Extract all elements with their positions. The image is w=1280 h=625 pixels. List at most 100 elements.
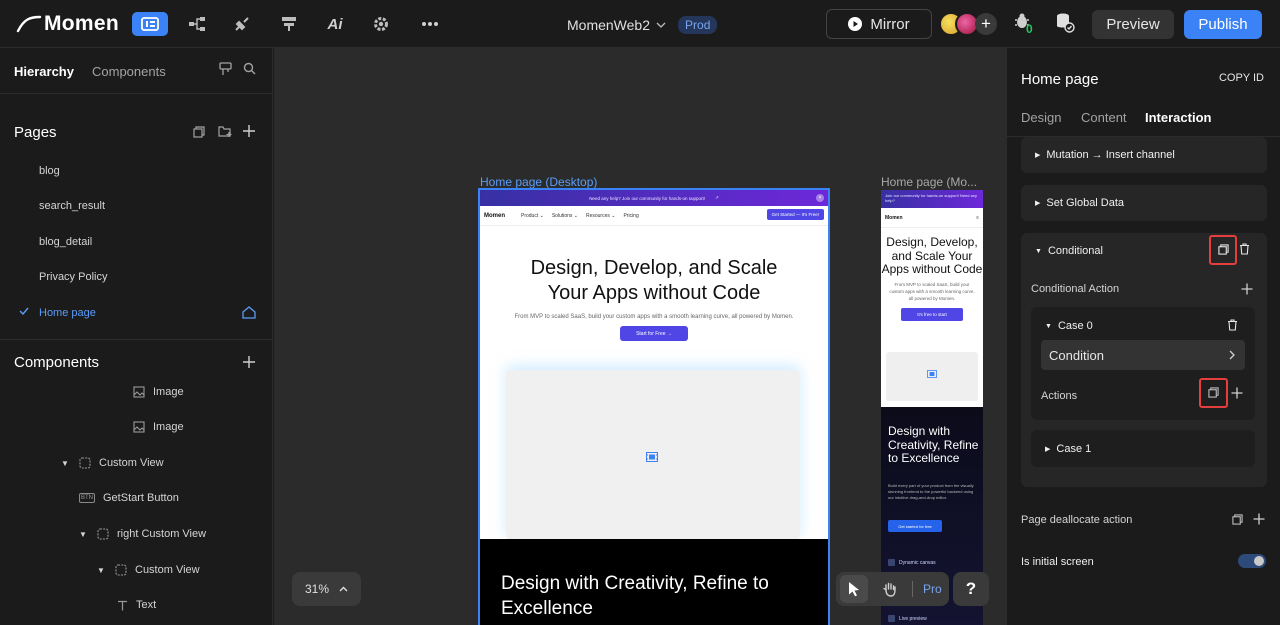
trash-icon bbox=[1228, 319, 1237, 331]
git-branch-icon bbox=[219, 62, 232, 75]
add-collaborator-icon[interactable]: + bbox=[975, 13, 997, 35]
tree-item-right-custom-view[interactable]: ▼ right Custom View bbox=[79, 528, 206, 540]
add-folder-button[interactable] bbox=[218, 125, 232, 138]
action-label: Conditional bbox=[1047, 245, 1103, 257]
hand-tool-button[interactable] bbox=[876, 575, 904, 603]
action-card-header[interactable]: ▶ Mutation → Insert channel bbox=[1035, 149, 1175, 161]
zoom-control[interactable]: 31% bbox=[292, 572, 361, 606]
caret-down-icon[interactable]: ▼ bbox=[79, 530, 89, 539]
paste-action-button[interactable] bbox=[1208, 387, 1219, 398]
nav-item: Pricing bbox=[623, 212, 639, 219]
gear-icon bbox=[374, 17, 388, 31]
help-button[interactable]: ? bbox=[953, 572, 989, 606]
tree-item-image[interactable]: Image bbox=[133, 421, 184, 433]
duplicate-page-button[interactable] bbox=[193, 126, 205, 138]
page-item-privacy-policy[interactable]: Privacy Policy bbox=[39, 271, 107, 283]
more-tool-button[interactable] bbox=[412, 12, 448, 36]
add-folder-icon bbox=[218, 126, 232, 137]
tab-content[interactable]: Content bbox=[1081, 110, 1127, 125]
mirror-label: Mirror bbox=[870, 15, 910, 33]
mirror-button[interactable]: Mirror bbox=[826, 9, 932, 39]
mobile-image-placeholder bbox=[886, 352, 978, 401]
pro-mode-button[interactable]: Pro bbox=[923, 582, 942, 596]
page-item-search-result[interactable]: search_result bbox=[39, 200, 105, 212]
page-item-home-page[interactable]: Home page bbox=[39, 307, 96, 319]
add-page-button[interactable] bbox=[242, 124, 256, 138]
preview-button[interactable]: Preview bbox=[1092, 10, 1174, 39]
close-icon: × bbox=[816, 194, 824, 202]
tab-design[interactable]: Design bbox=[1021, 110, 1061, 125]
action-card-set-global-data[interactable]: ▶ Set Global Data bbox=[1021, 185, 1267, 221]
announcement-banner: Need any help? Join our community for ha… bbox=[480, 190, 828, 206]
tab-hierarchy[interactable]: Hierarchy bbox=[14, 64, 74, 79]
action-label: Set Global Data bbox=[1046, 197, 1125, 209]
copy-id-button[interactable]: COPY ID bbox=[1219, 72, 1264, 84]
git-branch-button[interactable] bbox=[219, 62, 232, 76]
publish-button[interactable]: Publish bbox=[1184, 10, 1262, 39]
search-button[interactable] bbox=[243, 62, 256, 75]
action-card-header[interactable]: ▶ Set Global Data bbox=[1035, 197, 1124, 209]
delete-case-button[interactable] bbox=[1227, 319, 1238, 331]
page-item-blog[interactable]: blog bbox=[39, 165, 60, 177]
caret-down-icon[interactable]: ▼ bbox=[97, 566, 107, 575]
caret-right-icon[interactable]: ▶ bbox=[1035, 199, 1040, 207]
tree-item-image[interactable]: Image bbox=[133, 386, 184, 398]
zoom-level: 31% bbox=[304, 582, 330, 596]
tree-item-text[interactable]: Text bbox=[117, 599, 156, 611]
add-component-button[interactable] bbox=[242, 355, 256, 369]
caret-right-icon[interactable]: ▶ bbox=[1045, 445, 1050, 453]
collaborators[interactable]: + bbox=[939, 12, 997, 36]
mobile-frame[interactable]: Join our community for hands-on support!… bbox=[881, 190, 983, 625]
play-icon bbox=[848, 17, 863, 31]
duplicate-action-button[interactable] bbox=[1218, 244, 1229, 255]
view-icon bbox=[97, 528, 109, 540]
tree-item-custom-view[interactable]: ▼ Custom View bbox=[61, 457, 164, 469]
momen-logo[interactable]: Momen bbox=[16, 12, 119, 36]
condition-field[interactable]: Condition bbox=[1041, 340, 1245, 370]
chevron-right-icon bbox=[1229, 350, 1235, 360]
delete-action-button[interactable] bbox=[1239, 243, 1250, 255]
tab-components[interactable]: Components bbox=[92, 64, 166, 79]
layout-tool-button[interactable] bbox=[132, 12, 168, 36]
case-card[interactable]: ▼ Case 0 Condition Actions bbox=[1031, 307, 1255, 420]
case-label: Case 0 bbox=[1057, 320, 1093, 332]
case-header[interactable]: ▼ Case 0 bbox=[1045, 320, 1093, 332]
caret-down-icon[interactable]: ▼ bbox=[61, 459, 71, 468]
add-dealloc-action-button[interactable] bbox=[1253, 513, 1265, 525]
add-action-button[interactable] bbox=[1231, 387, 1243, 399]
desktop-frame-label[interactable]: Home page (Desktop) bbox=[480, 175, 597, 189]
ai-tool-button[interactable]: Ai bbox=[317, 12, 353, 36]
add-case-button[interactable] bbox=[1241, 283, 1253, 295]
left-tabs: Hierarchy Components bbox=[0, 48, 272, 94]
select-tool-button[interactable] bbox=[840, 575, 868, 603]
page-item-blog-detail[interactable]: blog_detail bbox=[39, 236, 92, 248]
case-card[interactable]: ▶ Case 1 bbox=[1031, 430, 1255, 467]
caret-right-icon[interactable]: ▶ bbox=[1035, 151, 1040, 159]
nav-brand: Momen bbox=[484, 212, 505, 219]
desktop-frame[interactable]: Need any help? Join our community for ha… bbox=[478, 188, 830, 625]
logo-text: Momen bbox=[44, 12, 119, 35]
database-status-button[interactable] bbox=[1054, 12, 1076, 34]
project-selector[interactable]: MomenWeb2 Prod bbox=[567, 16, 718, 34]
action-card-conditional[interactable]: ▼ Conditional Conditional Action ▼ Case … bbox=[1021, 233, 1267, 487]
plugin-tool-button[interactable] bbox=[224, 12, 260, 36]
action-card-header[interactable]: ▼ Conditional bbox=[1035, 245, 1103, 257]
design-canvas[interactable]: Home page (Desktop) Home page (Mo... Nee… bbox=[274, 48, 1006, 625]
more-icon bbox=[422, 22, 438, 26]
caret-down-icon[interactable]: ▼ bbox=[1035, 248, 1042, 255]
initial-screen-toggle[interactable] bbox=[1238, 554, 1266, 568]
case-header[interactable]: ▶ Case 1 bbox=[1045, 443, 1091, 455]
mobile-frame-label[interactable]: Home page (Mo... bbox=[881, 175, 977, 189]
caret-down-icon[interactable]: ▼ bbox=[1045, 323, 1052, 330]
tree-item-custom-view[interactable]: ▼ Custom View bbox=[97, 564, 200, 576]
flow-tool-button[interactable] bbox=[179, 12, 215, 36]
action-label: Mutation → Insert channel bbox=[1046, 149, 1175, 161]
tab-interaction[interactable]: Interaction bbox=[1145, 110, 1211, 125]
hand-icon bbox=[883, 582, 896, 597]
tree-item-getstart-button[interactable]: BTN GetStart Button bbox=[79, 492, 179, 504]
top-bar: Momen Ai MomenWeb2 Prod Mirror + 0 Previ… bbox=[0, 0, 1280, 48]
paste-dealloc-button[interactable] bbox=[1232, 514, 1243, 525]
data-tool-button[interactable] bbox=[271, 12, 307, 36]
action-card-mutation[interactable]: ▶ Mutation → Insert channel bbox=[1021, 137, 1267, 173]
settings-tool-button[interactable] bbox=[363, 12, 399, 36]
